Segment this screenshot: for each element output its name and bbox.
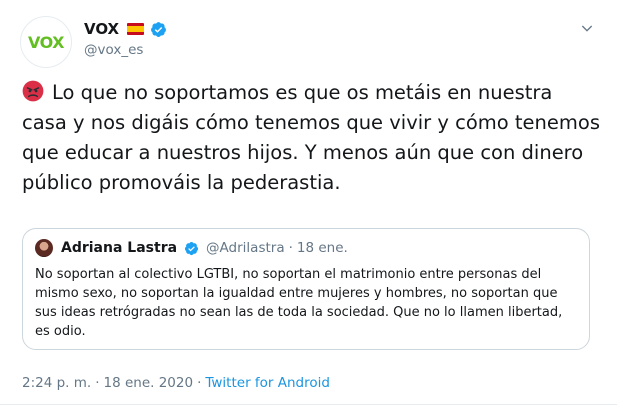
footer-separator: ·	[197, 375, 202, 391]
angry-face-emoji	[22, 80, 44, 102]
tweet-date[interactable]: 18 ene. 2020	[104, 375, 194, 391]
quoted-author-avatar	[35, 239, 53, 257]
footer-separator: ·	[95, 375, 100, 391]
author-handle[interactable]: @vox_es	[84, 42, 143, 58]
quoted-author-handle: @Adrilastra	[206, 240, 285, 256]
tweet-body: Lo que no soportamos es que os metáis en…	[22, 78, 602, 198]
tweet-footer: 2:24 p. m. · 18 ene. 2020 · Twitter for …	[22, 375, 330, 391]
footer-divider	[0, 404, 617, 405]
quoted-tweet[interactable]: Adriana Lastra @Adrilastra · 18 ene. No …	[22, 228, 590, 350]
chevron-down-icon[interactable]	[579, 20, 595, 36]
spain-flag-icon	[127, 23, 145, 35]
quoted-tweet-text: No soportan al colectivo LGTBI, no sopor…	[35, 267, 563, 339]
quoted-author-name: Adriana Lastra	[61, 240, 178, 256]
verified-badge-icon	[184, 241, 199, 255]
tweet-text: Lo que no soportamos es que os metáis en…	[22, 81, 600, 194]
vox-logo: VOX	[28, 32, 64, 52]
tweet-card: VOX VOX @vox_es Lo que no soportamos es …	[0, 0, 617, 418]
author-avatar[interactable]: VOX	[20, 16, 72, 68]
author-name-row: VOX	[84, 20, 167, 38]
tweet-time[interactable]: 2:24 p. m.	[22, 375, 91, 391]
quoted-date: 18 ene.	[296, 240, 348, 256]
quoted-separator: ·	[288, 240, 293, 256]
verified-badge-icon	[151, 21, 167, 37]
tweet-source-link[interactable]: Twitter for Android	[205, 375, 330, 391]
quoted-tweet-header: Adriana Lastra @Adrilastra · 18 ene.	[35, 239, 348, 257]
author-display-name[interactable]: VOX	[84, 20, 119, 38]
